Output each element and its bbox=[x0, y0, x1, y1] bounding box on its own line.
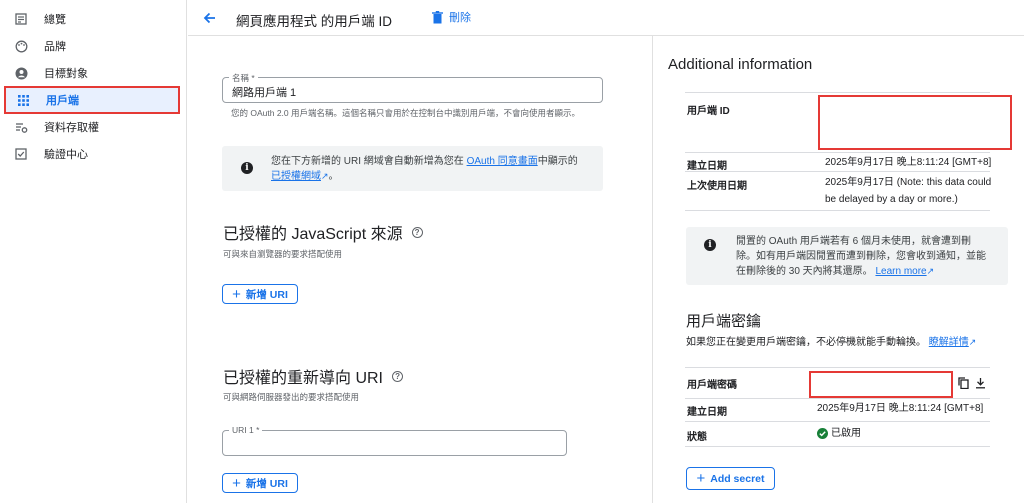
row-divider bbox=[685, 398, 990, 399]
sidebar-item-label: 用戶端 bbox=[46, 95, 79, 107]
sidebar: 總覽 品牌 目標對象 用戶端 資料存取權 驗證中心 bbox=[0, 0, 187, 503]
redirect-uris-hint: 可與網路伺服器發出的要求搭配使用 bbox=[223, 392, 360, 402]
sidebar-item-data-access[interactable]: 資料存取權 bbox=[4, 114, 180, 140]
last-used-value: 2025年9月17日 (Note: this data could be dela… bbox=[825, 177, 992, 205]
row-divider bbox=[685, 367, 990, 368]
row-divider bbox=[685, 171, 990, 172]
external-link-icon: ↗ bbox=[321, 171, 329, 181]
last-used-label: 上次使用日期 bbox=[687, 181, 747, 192]
page-header: 網頁應用程式 的用戶端 ID 刪除 bbox=[188, 0, 1024, 36]
learn-more-link[interactable]: Learn more bbox=[875, 266, 926, 277]
row-divider bbox=[685, 152, 990, 153]
sidebar-item-label: 品牌 bbox=[44, 41, 66, 53]
verified-checkbox-icon bbox=[14, 147, 28, 161]
sidebar-item-label: 資料存取權 bbox=[44, 122, 99, 134]
row-divider bbox=[685, 421, 990, 422]
person-circle-icon bbox=[14, 66, 28, 80]
authorized-domains-link[interactable]: 已授權網域 bbox=[271, 171, 321, 182]
dashboard-icon bbox=[14, 12, 28, 26]
secret-created-label: 建立日期 bbox=[687, 407, 727, 418]
external-link-icon: ↗ bbox=[926, 266, 935, 276]
plus-icon: + bbox=[232, 285, 241, 303]
row-divider bbox=[685, 92, 990, 93]
row-divider bbox=[685, 210, 990, 211]
learn-details-link[interactable]: 瞭解詳情 bbox=[929, 337, 969, 348]
created-date-label: 建立日期 bbox=[687, 161, 727, 172]
sidebar-item-clients[interactable]: 用戶端 bbox=[4, 86, 180, 114]
js-origins-title: 已授權的 JavaScript 來源? bbox=[223, 220, 423, 244]
help-icon[interactable]: ? bbox=[392, 370, 404, 382]
delete-label: 刪除 bbox=[449, 12, 471, 24]
status-badge: 已啟用 bbox=[817, 425, 861, 442]
plus-icon: + bbox=[696, 470, 706, 487]
download-icon[interactable] bbox=[975, 377, 987, 389]
sidebar-item-overview[interactable]: 總覽 bbox=[4, 6, 180, 32]
name-field[interactable]: 名稱 * 網路用戶端 1 bbox=[222, 72, 603, 103]
trash-icon bbox=[432, 10, 443, 23]
info-icon: i bbox=[704, 239, 716, 251]
plus-icon: + bbox=[232, 474, 241, 492]
name-field-value: 網路用戶端 1 bbox=[232, 87, 297, 99]
grid-icon bbox=[16, 93, 30, 107]
palette-icon bbox=[14, 39, 28, 53]
client-id-label: 用戶端 ID bbox=[687, 106, 730, 117]
external-link-icon: ↗ bbox=[968, 337, 977, 347]
redirect-uris-title: 已授權的重新導向 URI? bbox=[223, 364, 404, 388]
uri-info-box: i 您在下方新增的 URI 網域會自動新增為您在 OAuth 同意畫面中顯示的 … bbox=[222, 146, 603, 191]
delete-button[interactable]: 刪除 bbox=[432, 9, 471, 25]
name-hint: 您的 OAuth 2.0 用戶端名稱。這個名稱只會用於在控制台中識別用戶端，不會… bbox=[231, 108, 581, 118]
inactive-client-notice: i 閒置的 OAuth 用戶端若有 6 個月未使用，就會遭到刪 除。如有用戶端因… bbox=[686, 227, 1008, 285]
sidebar-item-label: 目標對象 bbox=[44, 68, 88, 80]
back-arrow-icon[interactable] bbox=[200, 8, 220, 28]
help-icon[interactable]: ? bbox=[411, 226, 423, 238]
add-secret-button[interactable]: + Add secret bbox=[686, 467, 775, 490]
secret-created-value: 2025年9月17日 晚上8:11:24 [GMT+8] bbox=[817, 403, 984, 414]
uri1-label: URI 1 * bbox=[229, 425, 263, 435]
data-access-icon bbox=[14, 120, 28, 134]
client-secret-value-redacted bbox=[809, 371, 953, 398]
sidebar-item-label: 驗證中心 bbox=[44, 149, 88, 161]
uri-info-text: 您在下方新增的 URI 網域會自動新增為您在 OAuth 同意畫面中顯示的 已授… bbox=[271, 156, 578, 182]
info-icon: i bbox=[241, 162, 253, 174]
sidebar-item-audience[interactable]: 目標對象 bbox=[4, 60, 180, 86]
sidebar-item-verification-center[interactable]: 驗證中心 bbox=[4, 141, 180, 167]
page-title: 網頁應用程式 的用戶端 ID bbox=[236, 14, 393, 29]
name-field-label: 名稱 * bbox=[229, 72, 258, 84]
additional-info-title: Additional information bbox=[668, 56, 813, 73]
client-id-value-redacted bbox=[818, 95, 1012, 150]
client-secret-desc: 如果您正在變更用戶端密鑰，不必停機就能手動輪換。 瞭解詳情↗ bbox=[686, 337, 977, 348]
redirect-uri-1-field[interactable]: URI 1 * bbox=[222, 425, 567, 456]
sidebar-item-label: 總覽 bbox=[44, 14, 66, 26]
client-secret-label: 用戶端密碼 bbox=[687, 380, 737, 391]
sidebar-item-branding[interactable]: 品牌 bbox=[4, 33, 180, 59]
js-origins-hint: 可與來自瀏覽器的要求搭配使用 bbox=[223, 249, 343, 259]
client-secret-title: 用戶端密鑰 bbox=[686, 313, 762, 330]
created-date-value: 2025年9月17日 晚上8:11:24 [GMT+8] bbox=[825, 157, 992, 168]
row-divider bbox=[685, 446, 990, 447]
oauth-consent-link[interactable]: OAuth 同意畫面 bbox=[467, 156, 538, 167]
status-label: 狀態 bbox=[687, 432, 707, 443]
add-js-uri-button[interactable]: + 新增 URI bbox=[222, 284, 298, 304]
copy-icon[interactable] bbox=[958, 377, 970, 390]
check-circle-icon bbox=[817, 428, 828, 439]
panel-divider bbox=[652, 36, 653, 503]
add-redirect-uri-button[interactable]: + 新增 URI bbox=[222, 473, 298, 493]
